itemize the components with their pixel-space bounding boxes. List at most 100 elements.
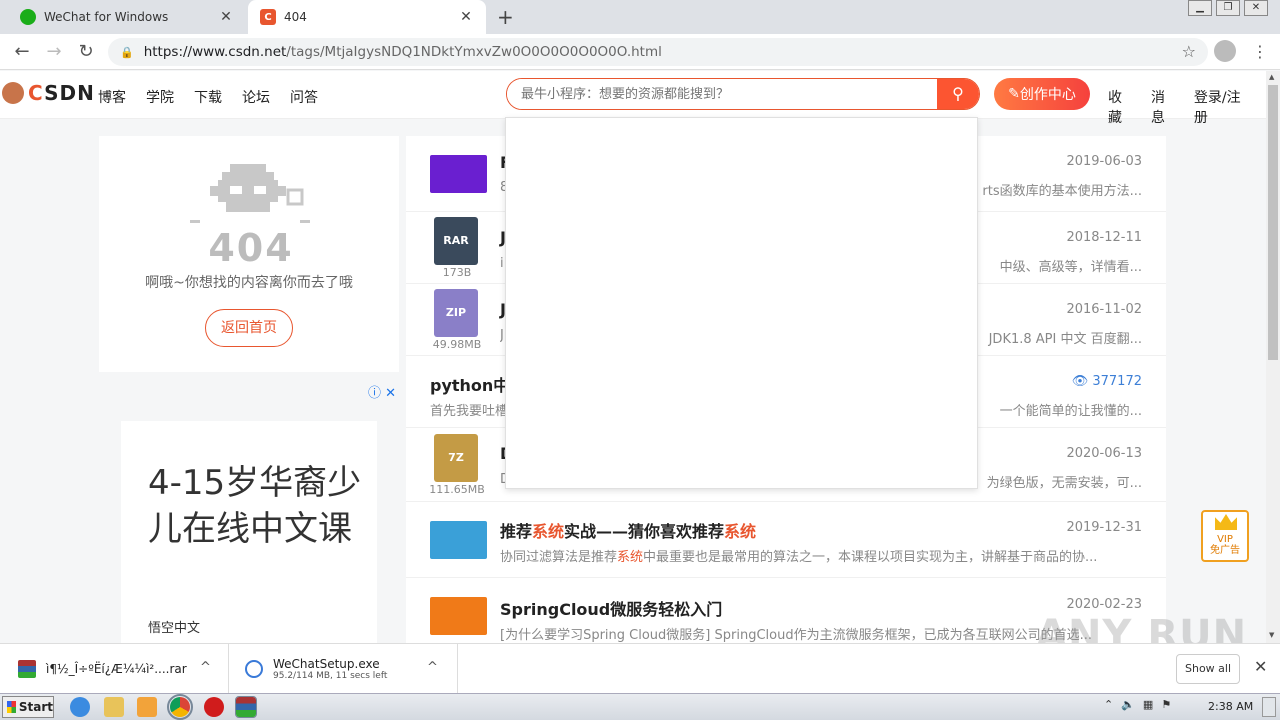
result-date: 2016-11-02 bbox=[1066, 302, 1142, 317]
ad-brand: 悟空中文 bbox=[148, 621, 201, 636]
winrar-icon[interactable] bbox=[235, 696, 257, 718]
user-links: 收藏 消息 登录/注册 bbox=[1108, 87, 1266, 127]
ad-info-icon[interactable]: ⓘ bbox=[368, 386, 381, 401]
rar-archive-icon bbox=[18, 660, 36, 678]
menu-icon[interactable]: ⋮ bbox=[1252, 42, 1268, 61]
course-thumbnail bbox=[430, 155, 487, 193]
ad-headline: 4-15岁华裔少儿在线中文课 bbox=[148, 463, 362, 549]
download-filename: WeChatSetup.exe bbox=[273, 657, 380, 671]
ad-close-icon[interactable]: ✕ bbox=[385, 386, 396, 401]
file-size: 49.98MB bbox=[432, 338, 482, 351]
result-date: 2019-12-31 bbox=[1066, 520, 1142, 535]
tab-strip: WeChat for Windows ✕ C 404 ✕ + ▁ ❐ ✕ bbox=[0, 0, 1280, 34]
result-date: 2020-02-23 bbox=[1066, 597, 1142, 612]
csdn-logo[interactable]: CSDN bbox=[2, 81, 95, 105]
volume-icon[interactable]: 🔈 bbox=[1121, 698, 1135, 711]
course-thumbnail bbox=[430, 597, 487, 635]
favorites-link[interactable]: 收藏 bbox=[1108, 87, 1133, 127]
lock-icon: 🔒 bbox=[120, 45, 134, 59]
close-icon[interactable]: ✕ bbox=[1254, 657, 1267, 676]
url-host: https://www.csdn.net bbox=[143, 44, 287, 60]
chevron-up-icon[interactable]: ^ bbox=[200, 660, 211, 675]
close-icon[interactable]: ✕ bbox=[218, 9, 234, 25]
search-suggestions-dropdown bbox=[505, 117, 978, 489]
result-title[interactable]: python中 bbox=[430, 372, 509, 396]
nav-download[interactable]: 下载 bbox=[194, 87, 222, 107]
progress-ring-icon bbox=[245, 660, 263, 678]
eye-icon: 👁 bbox=[1071, 374, 1093, 389]
new-tab-button[interactable]: + bbox=[497, 5, 514, 29]
vip-no-ads-badge[interactable]: VIP 免广告 bbox=[1201, 510, 1249, 562]
show-desktop-button[interactable] bbox=[1262, 697, 1276, 717]
start-button[interactable]: Start bbox=[2, 696, 54, 718]
system-clock[interactable]: 2:38 AM bbox=[1208, 700, 1253, 713]
reload-icon[interactable]: ↻ bbox=[74, 40, 98, 64]
create-center-button[interactable]: ✎ 创作中心 bbox=[994, 78, 1090, 110]
nav-qa[interactable]: 问答 bbox=[290, 87, 318, 107]
media-player-icon[interactable] bbox=[137, 697, 157, 717]
create-label: 创作中心 bbox=[1019, 87, 1076, 103]
folder-icon[interactable] bbox=[104, 697, 124, 717]
nav-blog[interactable]: 博客 bbox=[98, 87, 126, 107]
login-link[interactable]: 登录/注册 bbox=[1194, 87, 1248, 127]
chrome-icon[interactable] bbox=[167, 694, 193, 720]
close-window-icon[interactable]: ✕ bbox=[1244, 0, 1268, 16]
result-title[interactable]: SpringCloud微服务轻松入门 bbox=[500, 596, 722, 620]
pen-icon: ✎ bbox=[1008, 86, 1020, 102]
show-all-button[interactable]: Show all bbox=[1176, 654, 1240, 684]
list-item[interactable]: 推荐系统实战——猜你喜欢推荐系统 协同过滤算法是推荐系统中最重要也是最常用的算法… bbox=[406, 502, 1166, 578]
search-box: ⚲ bbox=[506, 78, 980, 110]
error-message: 啊哦~你想找的内容离你而去了哦 bbox=[145, 275, 353, 291]
scroll-down-icon[interactable]: ▼ bbox=[1269, 631, 1274, 639]
profile-avatar[interactable] bbox=[1214, 40, 1236, 62]
download-progress: 95.2/114 MB, 11 secs left bbox=[273, 671, 388, 681]
file-size: 111.65MB bbox=[429, 483, 485, 496]
result-title[interactable]: 推荐系统实战——猜你喜欢推荐系统 bbox=[500, 518, 756, 542]
ie-icon[interactable] bbox=[70, 697, 90, 717]
file-size: 173B bbox=[442, 266, 472, 279]
tray-expand-icon[interactable]: ⌃ bbox=[1104, 698, 1113, 711]
avast-icon[interactable] bbox=[204, 697, 224, 717]
back-home-button[interactable]: 返回首页 bbox=[205, 309, 293, 347]
address-bar[interactable]: 🔒 https://www.csdn.net/tags/MtjaIgysNDQ1… bbox=[108, 38, 1208, 66]
tab-title: 404 bbox=[284, 10, 307, 24]
url-path: /tags/MtjaIgysNDQ1NDktYmxvZw0O0O0O0O0O0O… bbox=[286, 44, 662, 60]
nav-academy[interactable]: 学院 bbox=[146, 87, 174, 107]
download-item[interactable]: WeChatSetup.exe 95.2/114 MB, 11 secs lef… bbox=[229, 644, 458, 694]
view-count: 👁 377172 bbox=[1071, 374, 1142, 389]
messages-link[interactable]: 消息 bbox=[1151, 87, 1176, 127]
site-header: CSDN 博客 学院 下载 论坛 问答 ⚲ ✎ 创作中心 收藏 消息 登录/注册 bbox=[0, 71, 1266, 126]
result-date: 2019-06-03 bbox=[1066, 154, 1142, 169]
download-item[interactable]: ì¶½_Î÷ºËí¿Æ¼¼ì²....rar ^ bbox=[0, 644, 229, 694]
ad-controls: ⓘ ✕ bbox=[368, 382, 396, 401]
chevron-up-icon[interactable]: ^ bbox=[427, 660, 438, 675]
tab-404[interactable]: C 404 ✕ bbox=[248, 0, 486, 34]
zip-file-icon: ZIP bbox=[434, 289, 478, 337]
csdn-icon: C bbox=[260, 9, 276, 25]
back-icon[interactable]: ← bbox=[10, 40, 34, 64]
rar-file-icon: RAR bbox=[434, 217, 478, 265]
maximize-icon[interactable]: ❐ bbox=[1216, 0, 1240, 16]
scroll-up-icon[interactable]: ▲ bbox=[1269, 73, 1274, 81]
7z-file-icon: 7Z bbox=[434, 434, 478, 482]
monkey-icon bbox=[2, 82, 24, 104]
forward-icon[interactable]: → bbox=[42, 40, 66, 64]
search-input[interactable] bbox=[507, 79, 937, 109]
flag-icon[interactable]: ⚑ bbox=[1161, 698, 1171, 711]
logo-text: CSDN bbox=[28, 81, 95, 105]
search-icon[interactable]: ⚲ bbox=[937, 79, 979, 109]
scrollbar-thumb[interactable] bbox=[1268, 85, 1278, 360]
close-icon[interactable]: ✕ bbox=[458, 9, 474, 25]
scrollbar[interactable]: ▲ ▼ bbox=[1266, 71, 1280, 643]
bookmark-star-icon[interactable]: ☆ bbox=[1182, 42, 1196, 61]
nav-forum[interactable]: 论坛 bbox=[242, 87, 270, 107]
vip-label: VIP 免广告 bbox=[1210, 534, 1240, 556]
minimize-icon[interactable]: ▁ bbox=[1188, 0, 1212, 16]
windows-flag-icon bbox=[7, 701, 16, 713]
tab-wechat[interactable]: WeChat for Windows ✕ bbox=[8, 0, 246, 34]
window-controls: ▁ ❐ ✕ bbox=[1184, 0, 1268, 18]
network-icon[interactable]: ▦ bbox=[1143, 698, 1153, 711]
error-code: 404 bbox=[208, 226, 294, 270]
course-thumbnail bbox=[430, 521, 487, 559]
windows-taskbar: Start ⌃ 🔈 ▦ ⚑ 2:38 AM bbox=[0, 693, 1280, 720]
